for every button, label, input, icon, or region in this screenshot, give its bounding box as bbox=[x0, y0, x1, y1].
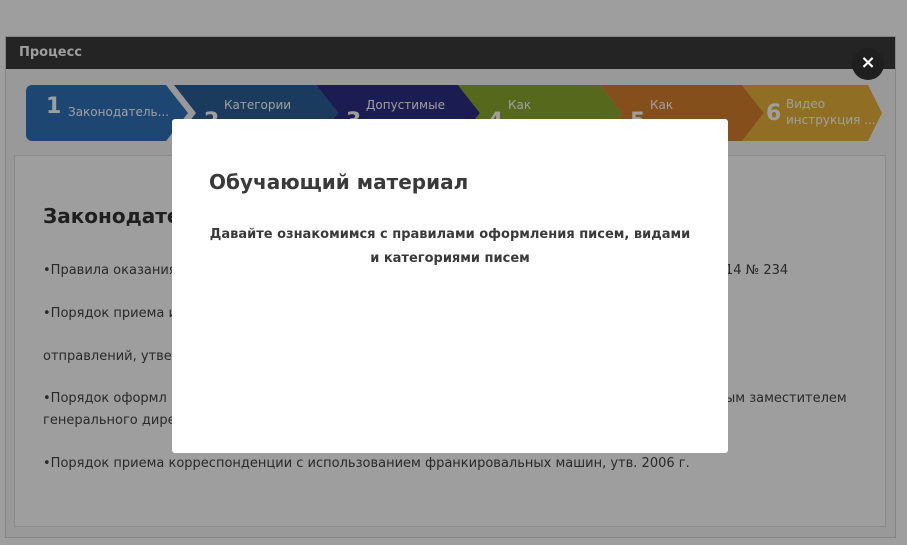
modal-text: Давайте ознакомимся с правилами оформлен… bbox=[196, 223, 704, 271]
close-button[interactable]: × bbox=[852, 48, 884, 80]
training-modal: Обучающий материал Давайте ознакомимся с… bbox=[172, 119, 728, 453]
modal-title: Обучающий материал bbox=[209, 170, 469, 194]
modal-text-line: и категориями писем bbox=[370, 251, 530, 266]
modal-text-line: Давайте ознакомимся с правилами оформлен… bbox=[209, 227, 691, 242]
